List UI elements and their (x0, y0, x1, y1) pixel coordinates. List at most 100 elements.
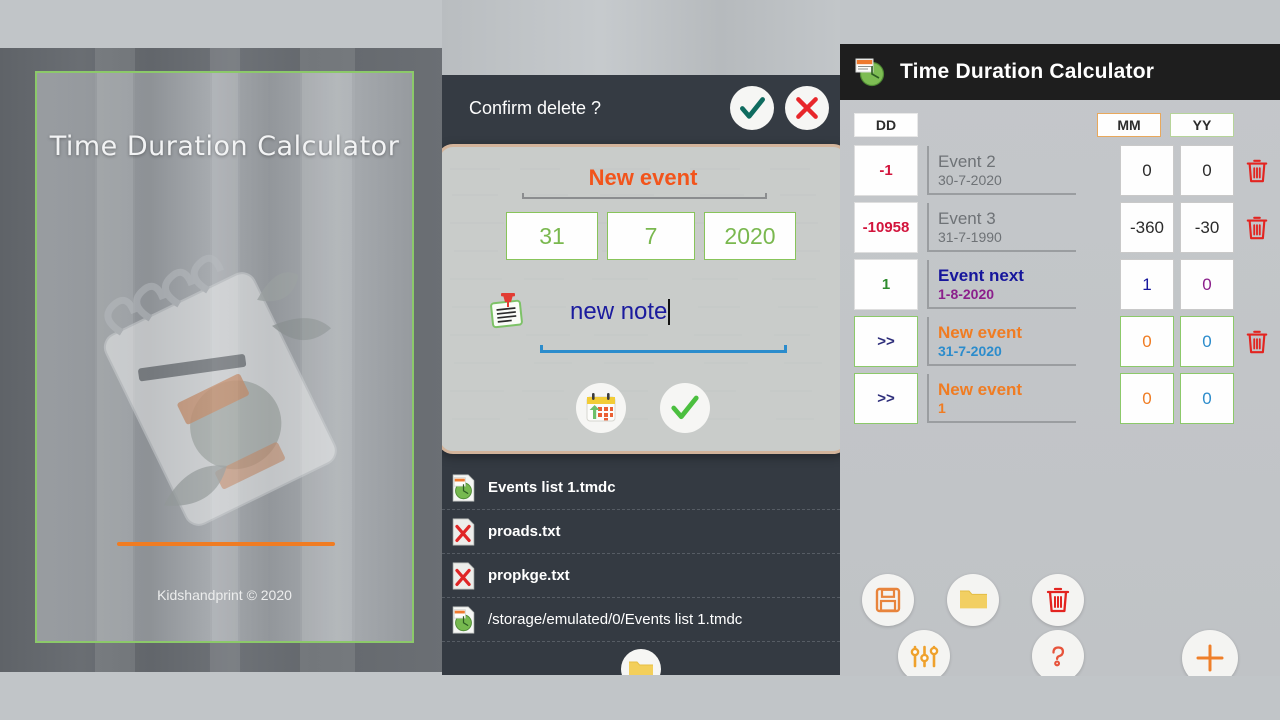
row-months-value[interactable]: 0 (1120, 373, 1174, 424)
middle-panel: Confirm delete ? New event 31 7 2020 new… (442, 0, 840, 675)
row-event-date: 1-8-2020 (938, 286, 995, 302)
check-icon (739, 96, 765, 119)
text-caret (668, 299, 671, 325)
row-event-date: 31-7-2020 (938, 343, 1002, 359)
list-item[interactable]: /storage/emulated/0/Events list 1.tmdc (442, 598, 840, 642)
table-row[interactable]: >> New event 1 0 0 (854, 372, 1280, 425)
row-days-value[interactable]: >> (854, 316, 918, 367)
row-years-value[interactable]: 0 (1180, 145, 1234, 196)
row-event-date: 1 (938, 400, 946, 416)
folder-icon (629, 661, 653, 675)
save-icon (875, 587, 901, 613)
middle-top-background (442, 0, 840, 75)
dialog-date-row: 31 7 2020 (506, 212, 796, 260)
app-logo-icon (855, 58, 885, 87)
splash-inner-frame: Time Duration Calculator Kidshandprint ©… (35, 71, 414, 643)
events-panel: Time Duration Calculator DD MM YY -1 Even… (840, 44, 1280, 676)
column-header-mm: MM (1097, 113, 1161, 137)
row-event-date: 30-7-2020 (938, 172, 1002, 188)
confirm-delete-bar: Confirm delete ? (442, 76, 840, 140)
trash-icon (1246, 330, 1268, 353)
table-row[interactable]: -1 Event 2 30-7-2020 0 0 (854, 144, 1280, 197)
row-months-value[interactable]: 0 (1120, 316, 1174, 367)
row-info[interactable]: New event 1 (927, 374, 1114, 423)
file-name: propkge.txt (488, 567, 570, 584)
row-years-value[interactable]: -30 (1180, 202, 1234, 253)
dialog-note-value[interactable]: new note (570, 298, 667, 326)
row-days-value[interactable]: >> (854, 373, 918, 424)
row-years-value[interactable]: 0 (1180, 373, 1234, 424)
dialog-month-input[interactable]: 7 (607, 212, 695, 260)
action-buttons (840, 560, 1280, 676)
row-info[interactable]: Event 3 31-7-1990 (927, 203, 1114, 252)
splash-progress-bar (117, 542, 335, 546)
settings-button[interactable] (898, 630, 950, 676)
trash-icon (1246, 159, 1268, 182)
table-row[interactable]: 1 Event next 1-8-2020 1 0 (854, 258, 1280, 311)
events-table: -1 Event 2 30-7-2020 0 0 -10958 Event 3 31-7-19… (840, 140, 1280, 425)
row-years-value[interactable]: 0 (1180, 316, 1234, 367)
question-icon (1052, 646, 1065, 667)
file-name: proads.txt (488, 523, 561, 540)
row-info[interactable]: New event 31-7-2020 (927, 317, 1114, 366)
close-icon (796, 97, 818, 119)
dialog-actions (442, 383, 840, 433)
row-delete-button[interactable] (1234, 329, 1280, 355)
dialog-title: New event (588, 165, 698, 190)
list-item[interactable]: Events list 1.tmdc (442, 466, 840, 510)
table-header: DD MM YY (840, 110, 1280, 140)
check-icon (671, 395, 699, 420)
row-days-value[interactable]: -1 (854, 145, 918, 196)
open-button[interactable] (947, 574, 999, 626)
tmdc-file-icon (452, 605, 475, 634)
app-title: Time Duration Calculator (900, 60, 1155, 83)
dialog-note-underline (540, 345, 787, 353)
delete-button[interactable] (1032, 574, 1084, 626)
dialog-note-row: new note (488, 292, 824, 332)
help-button[interactable] (1032, 630, 1084, 676)
file-name: Events list 1.tmdc (488, 479, 616, 496)
row-info[interactable]: Event next 1-8-2020 (927, 260, 1114, 309)
row-delete-button[interactable] (1234, 215, 1280, 241)
row-days-value[interactable]: -10958 (854, 202, 918, 253)
row-months-value[interactable]: -360 (1120, 202, 1174, 253)
save-button[interactable] (862, 574, 914, 626)
row-months-value[interactable]: 1 (1120, 259, 1174, 310)
plus-icon (1196, 644, 1224, 672)
row-event-name: New event (938, 323, 1023, 342)
txt-file-icon (452, 517, 475, 546)
row-months-value[interactable]: 0 (1120, 145, 1174, 196)
note-pin-icon (490, 293, 523, 329)
dialog-confirm-button[interactable] (660, 383, 710, 433)
row-info[interactable]: Event 2 30-7-2020 (927, 146, 1114, 195)
trash-icon (1046, 587, 1070, 613)
row-event-name: Event 2 (938, 152, 996, 171)
dialog-calendar-button[interactable] (576, 383, 626, 433)
row-years-value[interactable]: 0 (1180, 259, 1234, 310)
list-item[interactable]: propkge.txt (442, 554, 840, 598)
open-folder-button[interactable] (621, 649, 661, 675)
row-event-name: Event next (938, 266, 1024, 285)
row-event-name: New event (938, 380, 1023, 399)
dialog-title-underline (522, 193, 767, 199)
list-item[interactable]: proads.txt (442, 510, 840, 554)
screen-root: Time Duration Calculator Kidshandprint ©… (0, 0, 1280, 720)
file-open-row (442, 642, 840, 675)
row-days-value[interactable]: 1 (854, 259, 918, 310)
row-event-name: Event 3 (938, 209, 996, 228)
splash-copyright: Kidshandprint © 2020 (157, 587, 292, 603)
sliders-icon (910, 645, 938, 667)
row-delete-button[interactable] (1234, 158, 1280, 184)
dialog-day-input[interactable]: 31 (506, 212, 598, 260)
row-event-date: 31-7-1990 (938, 229, 1002, 245)
add-event-button[interactable] (1182, 630, 1238, 676)
table-row[interactable]: -10958 Event 3 31-7-1990 -360 -30 (854, 201, 1280, 254)
tmdc-file-icon (452, 473, 475, 502)
table-row[interactable]: >> New event 31-7-2020 0 0 (854, 315, 1280, 368)
confirm-accept-button[interactable] (730, 86, 774, 130)
column-header-yy: YY (1170, 113, 1234, 137)
splash-screen-panel: Time Duration Calculator Kidshandprint ©… (0, 48, 445, 672)
file-list: Events list 1.tmdc proads.txt propkge.tx… (442, 466, 840, 675)
dialog-year-input[interactable]: 2020 (704, 212, 796, 260)
confirm-reject-button[interactable] (785, 86, 829, 130)
